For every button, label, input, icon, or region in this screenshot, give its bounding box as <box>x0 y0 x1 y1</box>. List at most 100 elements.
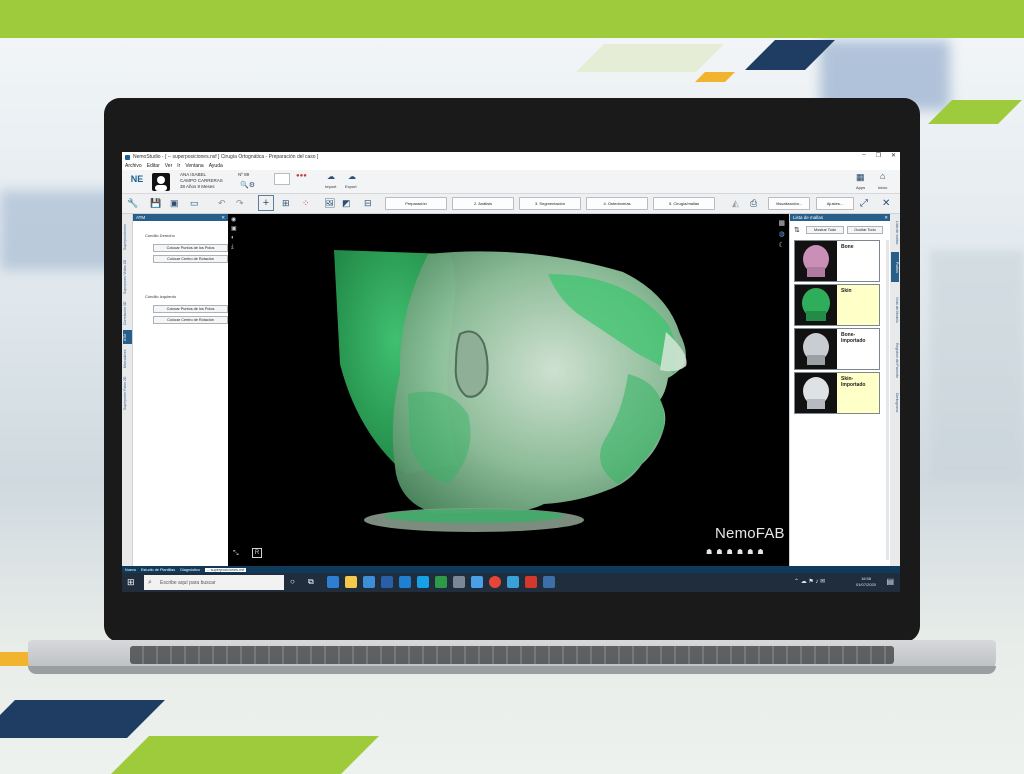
cloud-upload-icon[interactable]: ☁ <box>327 172 335 181</box>
cloud-download-icon[interactable]: ☁ <box>348 172 356 181</box>
reset-view-button[interactable]: R <box>252 548 262 558</box>
color-dots-icon[interactable]: ●●● <box>296 173 307 179</box>
left-place-poles-button[interactable]: Colocar Puntos de los Polos <box>153 305 228 313</box>
maximize-button[interactable]: ❐ <box>876 152 881 159</box>
save-icon[interactable]: 💾 <box>150 198 161 209</box>
mesh-item-bone[interactable]: Bone <box>794 240 880 282</box>
3d-viewport[interactable]: ◉ ▣ ◐ ⤓ ▦ ◍ ☾ NemoFAB ☗☗☗☗☗☗ ⤡ R <box>228 214 789 566</box>
tab-osteotomias[interactable]: 4. Osteotomías <box>586 197 648 210</box>
shape-tool-icon[interactable]: ◭ <box>732 198 739 209</box>
mail-app-icon[interactable] <box>381 576 393 588</box>
fullscreen-icon[interactable]: ⤡ <box>233 550 239 558</box>
green-app-icon[interactable] <box>435 576 447 588</box>
notifications-icon[interactable]: ▤ <box>886 577 894 586</box>
people-app-icon[interactable] <box>453 576 465 588</box>
crosshair-tool-icon[interactable]: + <box>258 195 274 211</box>
visualizacion-button[interactable]: Visualización... <box>768 197 810 210</box>
outlook-app-icon[interactable] <box>399 576 411 588</box>
doc-tab-diagnostico[interactable]: Diagnóstico <box>180 568 200 572</box>
taskbar-clock[interactable]: 16:58 01/07/2020 <box>856 576 876 588</box>
layers-tool-icon[interactable]: ◩ <box>342 198 351 209</box>
vtab-superponer-vistas[interactable]: Superponer Vistas 2D <box>123 258 132 296</box>
hide-all-button[interactable]: Ocultar Todo <box>847 226 883 234</box>
system-tray-icons[interactable]: ⌃ ☁ ⚑ ♪ ✉ <box>794 578 825 585</box>
edge-app-icon[interactable] <box>327 576 339 588</box>
menu-ayuda[interactable]: Ayuda <box>209 163 223 169</box>
teams-app-icon[interactable] <box>471 576 483 588</box>
vtab-correlacion[interactable]: Correlación 3D <box>123 298 132 328</box>
print-icon[interactable]: ⎙ <box>750 198 757 209</box>
cortana-icon[interactable]: ○ <box>290 577 295 586</box>
mesh-item-skin[interactable]: Skin <box>794 284 880 326</box>
mesh-list-scrollbar[interactable] <box>886 240 889 560</box>
menu-bar: Archivo Editar Ver Ir Ventana Ayuda <box>122 162 900 170</box>
tab-segmentacion[interactable]: 3. Segmentación <box>519 197 581 210</box>
search-tools-icon[interactable]: 🔍⚙ <box>240 181 255 189</box>
tab-analisis[interactable]: 2. Análisis <box>452 197 514 210</box>
doc-tab-plantillas[interactable]: Estudio de Plantillas <box>141 568 175 572</box>
export-label[interactable]: Export <box>345 184 357 189</box>
measure-icon[interactable]: ▭ <box>190 198 199 209</box>
ne-logo[interactable]: NE <box>126 174 148 190</box>
menu-editar[interactable]: Editar <box>147 163 160 169</box>
acrobat-app-icon[interactable] <box>525 576 537 588</box>
settings-app-icon[interactable] <box>507 576 519 588</box>
inicio-label[interactable]: Inicio <box>878 185 887 190</box>
grid-tool-icon[interactable]: ⊞ <box>282 198 290 209</box>
close-button[interactable]: ✕ <box>891 152 896 159</box>
mesh-item-skin-importado[interactable]: Skin-Importado <box>794 372 880 414</box>
show-all-button[interactable]: Mostrar Todo <box>806 226 844 234</box>
store-app-icon[interactable] <box>363 576 375 588</box>
redo-icon[interactable]: ↷ <box>236 198 244 209</box>
image-tool-icon[interactable]: 🖼 <box>324 198 335 209</box>
right-place-poles-button[interactable]: Colocar Puntos de los Polos <box>153 244 228 252</box>
mesh-item-bone-importado[interactable]: Bone-Importado <box>794 328 880 370</box>
skype-app-icon[interactable] <box>417 576 429 588</box>
vtab-marcadores[interactable]: Marcadores <box>123 346 132 372</box>
expand-icon[interactable]: ⤢ <box>860 198 868 209</box>
undo-icon[interactable]: ↶ <box>218 198 226 209</box>
mesh-list-header: Lista de mallas ✕ <box>790 214 891 221</box>
points-tool-icon[interactable]: ⁘ <box>302 198 310 209</box>
minimize-button[interactable]: – <box>862 152 865 159</box>
menu-ver[interactable]: Ver <box>165 163 173 169</box>
frame-icon[interactable]: ▣ <box>170 198 179 209</box>
mesh-panel-close-icon[interactable]: ✕ <box>884 214 888 221</box>
nemostudio-app-icon[interactable] <box>543 576 555 588</box>
right-place-rotation-button[interactable]: Colocar Centro de Rotación <box>153 255 228 263</box>
doc-tab-nuevo[interactable]: Nuevo <box>125 568 136 572</box>
rvtab-puntos[interactable]: Puntos <box>891 252 899 282</box>
vtab-atm[interactable]: ATM <box>123 330 132 344</box>
sort-icon[interactable]: ⇅ <box>794 226 800 234</box>
doc-tab-active[interactable]: -- superposiciones.nsf <box>205 567 247 572</box>
vtab-superposiciones[interactable]: Superposiciones <box>123 218 132 256</box>
tab-cirugia-mallas[interactable]: 5. Cirugía/mallas <box>653 197 715 210</box>
panel-close-icon[interactable]: ✕ <box>221 214 225 221</box>
patient-photo-slot[interactable] <box>274 173 290 185</box>
menu-ventana[interactable]: Ventana <box>185 163 203 169</box>
skin-thumbnail <box>795 285 837 325</box>
ajustes-button[interactable]: Ajustes... <box>816 197 854 210</box>
vtab-superponer-fotos[interactable]: Superponer Fotos 2D <box>123 374 132 412</box>
tab-preparacion[interactable]: Preparación <box>385 197 447 210</box>
layout-tool-icon[interactable]: ⊟ <box>364 198 372 209</box>
taskbar-search-input[interactable]: ⌕ Escribe aquí para buscar <box>144 575 284 590</box>
close-view-icon[interactable]: ✕ <box>882 198 890 209</box>
left-place-rotation-button[interactable]: Colocar Centro de Rotación <box>153 316 228 324</box>
rvtab-registros[interactable]: Registros del Paciente <box>891 338 899 384</box>
view-orientation-icons[interactable]: ☗☗☗☗☗☗ <box>706 548 768 556</box>
wrench-icon[interactable]: 🔧 <box>127 198 138 209</box>
home-icon[interactable]: ⌂ <box>880 171 885 181</box>
task-view-icon[interactable]: ⧉ <box>308 577 314 587</box>
explorer-app-icon[interactable] <box>345 576 357 588</box>
apps-grid-icon[interactable]: ▦ <box>856 172 865 183</box>
apps-label[interactable]: Apps <box>856 185 865 190</box>
rvtab-dentograma[interactable]: Dentograma <box>891 386 899 420</box>
chrome-app-icon[interactable] <box>489 576 501 588</box>
menu-archivo[interactable]: Archivo <box>125 163 142 169</box>
rvtab-vista-modelo[interactable]: Vista del Modelo <box>891 286 899 334</box>
menu-ir[interactable]: Ir <box>177 163 180 169</box>
windows-start-icon[interactable]: ⊞ <box>127 577 135 588</box>
import-label[interactable]: Import <box>325 184 336 189</box>
rvtab-lista-mallas-alt[interactable]: Lista de mallas <box>891 216 899 250</box>
